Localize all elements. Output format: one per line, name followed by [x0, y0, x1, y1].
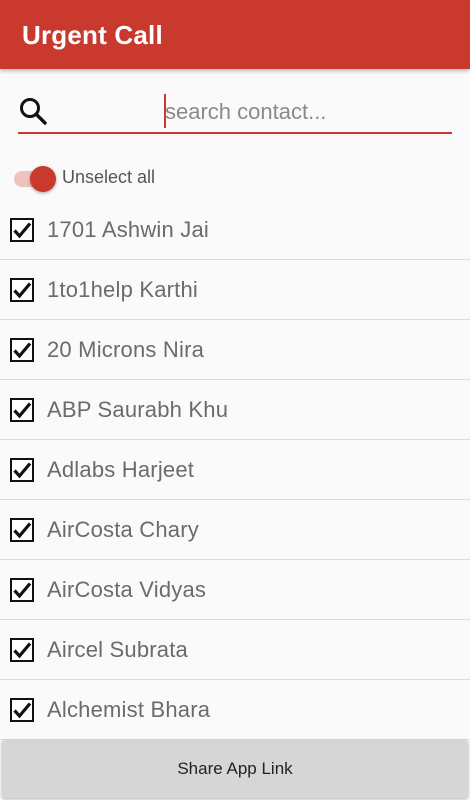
contact-row[interactable]: 1701 Ashwin Jai: [0, 200, 470, 260]
checkbox-checked-icon[interactable]: [10, 638, 34, 662]
contact-row[interactable]: AirCosta Vidyas: [0, 560, 470, 620]
contact-name: 1to1help Karthi: [47, 277, 198, 302]
toggle-label: Unselect all: [62, 167, 156, 187]
unselect-all-toggle-row[interactable]: Unselect all: [14, 163, 314, 193]
search-bar: [18, 94, 452, 134]
checkbox-checked-icon[interactable]: [10, 458, 34, 482]
contact-name: Aircel Subrata: [47, 637, 188, 662]
share-app-link-button[interactable]: Share App Link: [2, 740, 468, 798]
contact-name: AirCosta Chary: [47, 517, 199, 542]
app-title: Urgent Call: [22, 20, 163, 50]
checkbox-checked-icon[interactable]: [10, 218, 34, 242]
contact-row[interactable]: Adlabs Harjeet: [0, 440, 470, 500]
contact-row[interactable]: ABP Saurabh Khu: [0, 380, 470, 440]
contact-row[interactable]: 20 Microns Nira: [0, 320, 470, 380]
contact-list: 1701 Ashwin Jai 1to1help Karthi 20 Micro…: [0, 200, 470, 740]
contact-row[interactable]: AirCosta Chary: [0, 500, 470, 560]
checkbox-checked-icon[interactable]: [10, 698, 34, 722]
checkbox-checked-icon[interactable]: [10, 518, 34, 542]
search-input[interactable]: [165, 97, 445, 127]
contact-name: Adlabs Harjeet: [47, 457, 195, 482]
checkbox-checked-icon[interactable]: [10, 578, 34, 602]
toggle-thumb[interactable]: [30, 166, 56, 192]
checkbox-checked-icon[interactable]: [10, 278, 34, 302]
contact-name: 20 Microns Nira: [47, 337, 205, 362]
contact-name: ABP Saurabh Khu: [47, 397, 229, 422]
contact-row[interactable]: Alchemist Bhara: [0, 680, 470, 740]
contact-row[interactable]: 1to1help Karthi: [0, 260, 470, 320]
contact-name: Alchemist Bhara: [47, 697, 211, 722]
contact-row[interactable]: Aircel Subrata: [0, 620, 470, 680]
checkbox-checked-icon[interactable]: [10, 398, 34, 422]
checkbox-checked-icon[interactable]: [10, 338, 34, 362]
app-bar: Urgent Call: [0, 0, 470, 69]
contact-name: 1701 Ashwin Jai: [47, 217, 209, 242]
search-icon[interactable]: [18, 96, 48, 126]
contact-name: AirCosta Vidyas: [47, 577, 207, 602]
